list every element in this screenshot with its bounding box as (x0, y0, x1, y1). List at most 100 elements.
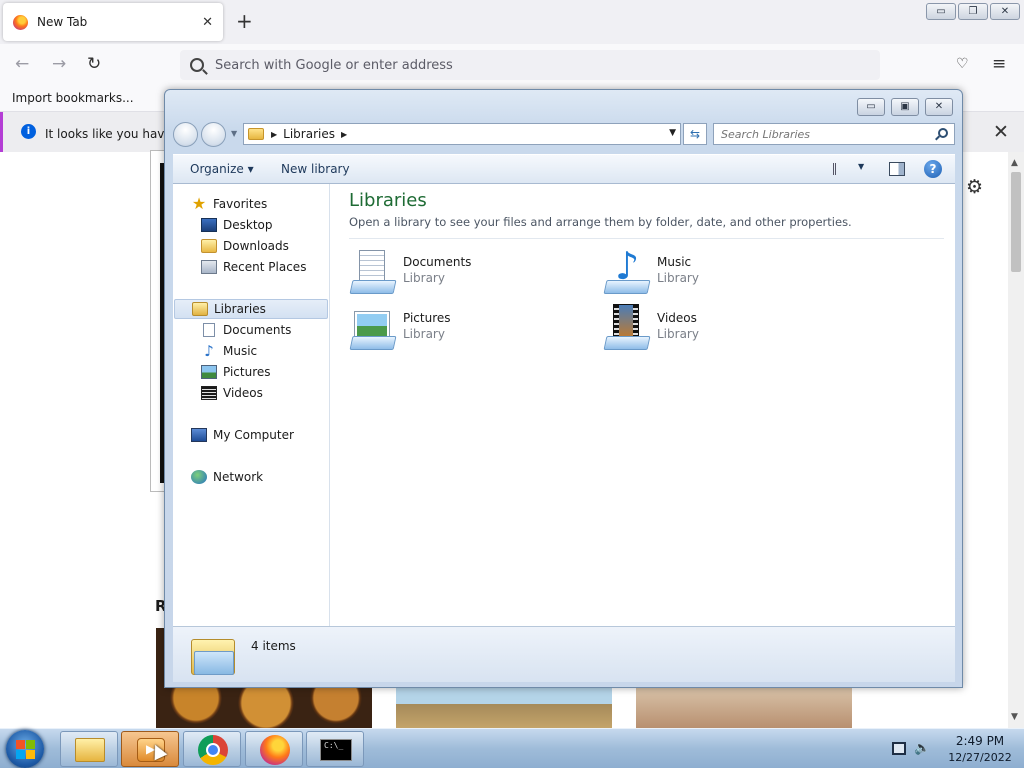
pictures-icon (201, 365, 217, 379)
volume-icon[interactable]: 🔈 (914, 741, 930, 756)
forward-arrow-icon[interactable]: → (52, 54, 66, 74)
library-documents[interactable]: Documents Library (349, 248, 579, 298)
scroll-up-icon[interactable]: ▲ (1011, 158, 1018, 168)
nav-item-label: Network (213, 470, 264, 484)
browser-navigation-bar: ← → ↻ Search with Google or enter addres… (0, 44, 1024, 84)
pictures-library-icon (349, 304, 397, 352)
nav-item-recent-places[interactable]: Recent Places (201, 257, 306, 277)
videos-icon (201, 386, 217, 400)
browser-scrollbar[interactable]: ▲ ▼ (1008, 152, 1024, 728)
nav-item-favorites[interactable]: ★ Favorites (191, 194, 267, 214)
nav-item-label: Pictures (223, 365, 271, 379)
forward-button[interactable] (201, 122, 226, 147)
system-tray: 🔈 2:49 PM 12/27/2022 (884, 729, 1024, 768)
nav-item-desktop[interactable]: Desktop (201, 215, 273, 235)
recent-places-icon (201, 260, 217, 274)
notification-close-icon[interactable]: ✕ (993, 121, 1009, 143)
browser-minimize-button[interactable]: ▭ (926, 3, 956, 20)
library-music[interactable]: ♪ Music Library (603, 246, 833, 298)
page-subtitle: Open a library to see your files and arr… (349, 215, 852, 229)
downloads-folder-icon (201, 239, 217, 253)
explorer-maximize-button[interactable]: ▣ (891, 98, 919, 116)
videos-library-icon (603, 304, 651, 352)
chrome-icon (198, 735, 228, 765)
browser-restore-button[interactable]: ❐ (958, 3, 988, 20)
search-input[interactable] (721, 127, 931, 141)
content-pane: Libraries Open a library to see your fil… (331, 184, 955, 626)
reload-icon[interactable]: ↻ (87, 54, 101, 74)
breadcrumb-arrow-icon[interactable]: ▶ (341, 130, 347, 139)
library-videos[interactable]: Videos Library (603, 304, 833, 354)
nav-item-downloads[interactable]: Downloads (201, 236, 289, 256)
recommended-thumbnail-lion[interactable] (396, 688, 612, 728)
windows-logo-icon (26, 750, 35, 759)
library-pictures[interactable]: Pictures Library (349, 304, 579, 354)
nav-item-label: Music (223, 344, 258, 358)
back-arrow-icon[interactable]: ← (15, 54, 29, 74)
browser-tab-new-tab[interactable]: New Tab ✕ (3, 3, 223, 41)
documents-library-icon (349, 248, 397, 296)
pocket-icon[interactable]: ♡ (956, 56, 969, 72)
url-bar[interactable]: Search with Google or enter address (180, 50, 880, 80)
folder-icon (75, 738, 105, 762)
organize-button[interactable]: Organize ▾ (190, 162, 254, 176)
nav-item-videos[interactable]: Videos (201, 383, 263, 403)
libraries-icon (192, 302, 208, 316)
explorer-minimize-button[interactable]: ▭ (857, 98, 885, 116)
clock-time[interactable]: 2:49 PM (942, 734, 1018, 748)
library-kind: Library (657, 327, 699, 341)
nav-item-network[interactable]: Network (191, 467, 263, 487)
new-tab-button[interactable]: + (236, 10, 253, 32)
nav-item-music[interactable]: ♪ Music (201, 341, 257, 361)
breadcrumb-libraries[interactable]: Libraries (283, 127, 335, 141)
nav-item-pictures[interactable]: Pictures (201, 362, 271, 382)
command-prompt-icon: C:\_ (320, 739, 352, 761)
nav-item-label: Recent Places (223, 260, 307, 274)
gear-icon[interactable]: ⚙ (966, 176, 983, 198)
library-name: Documents (403, 255, 472, 269)
recommended-thumbnail-desert[interactable] (636, 688, 852, 728)
network-status-icon[interactable] (892, 742, 906, 755)
star-icon: ★ (191, 194, 207, 213)
menu-icon[interactable]: ≡ (992, 54, 1006, 74)
scrollbar-thumb[interactable] (1011, 172, 1021, 272)
library-name: Videos (657, 311, 697, 325)
clock-date[interactable]: 12/27/2022 (942, 751, 1018, 764)
library-kind: Library (657, 271, 699, 285)
explorer-close-button[interactable]: ✕ (925, 98, 953, 116)
change-view-icon[interactable] (833, 162, 864, 175)
background-dialog-edge (150, 150, 164, 492)
taskbar-cmd-button[interactable]: C:\_ (306, 731, 364, 767)
address-bar[interactable]: ▶ Libraries ▶ ▼ (243, 123, 681, 145)
recent-pages-dropdown-icon[interactable]: ▼ (231, 129, 237, 138)
address-dropdown-icon[interactable]: ▼ (669, 128, 676, 138)
refresh-button[interactable]: ⇆ (683, 123, 707, 145)
nav-item-my-computer[interactable]: My Computer (191, 425, 294, 445)
firefox-icon (260, 735, 290, 765)
help-icon[interactable]: ? (924, 160, 942, 178)
taskbar-firefox-button[interactable] (245, 731, 303, 767)
library-kind: Library (403, 271, 445, 285)
tab-close-icon[interactable]: ✕ (202, 15, 213, 30)
nav-item-label: Documents (223, 323, 292, 337)
nav-item-label: Desktop (223, 218, 273, 232)
import-bookmarks-link[interactable]: Import bookmarks... (12, 91, 134, 105)
taskbar-explorer-button[interactable] (60, 731, 118, 767)
browser-tab-bar: New Tab ✕ + ▭ ❐ ✕ (0, 0, 1024, 44)
item-count: 4 items (251, 639, 296, 653)
taskbar-chrome-button[interactable] (183, 731, 241, 767)
nav-item-label: Favorites (213, 197, 268, 211)
preview-pane-icon[interactable] (889, 162, 905, 176)
back-button[interactable] (173, 122, 198, 147)
scroll-down-icon[interactable]: ▼ (1011, 712, 1018, 722)
nav-item-documents[interactable]: Documents (201, 320, 291, 340)
explorer-body: ★ Favorites Desktop Downloads Recent Pla… (173, 184, 955, 626)
start-button[interactable] (6, 730, 44, 768)
nav-item-libraries[interactable]: Libraries (174, 299, 328, 319)
browser-close-button[interactable]: ✕ (990, 3, 1020, 20)
search-icon[interactable] (938, 128, 948, 138)
search-box[interactable] (713, 123, 955, 145)
music-note-icon: ♪ (204, 342, 214, 360)
new-library-button[interactable]: New library (281, 162, 350, 176)
breadcrumb-arrow-icon[interactable]: ▶ (271, 130, 277, 139)
